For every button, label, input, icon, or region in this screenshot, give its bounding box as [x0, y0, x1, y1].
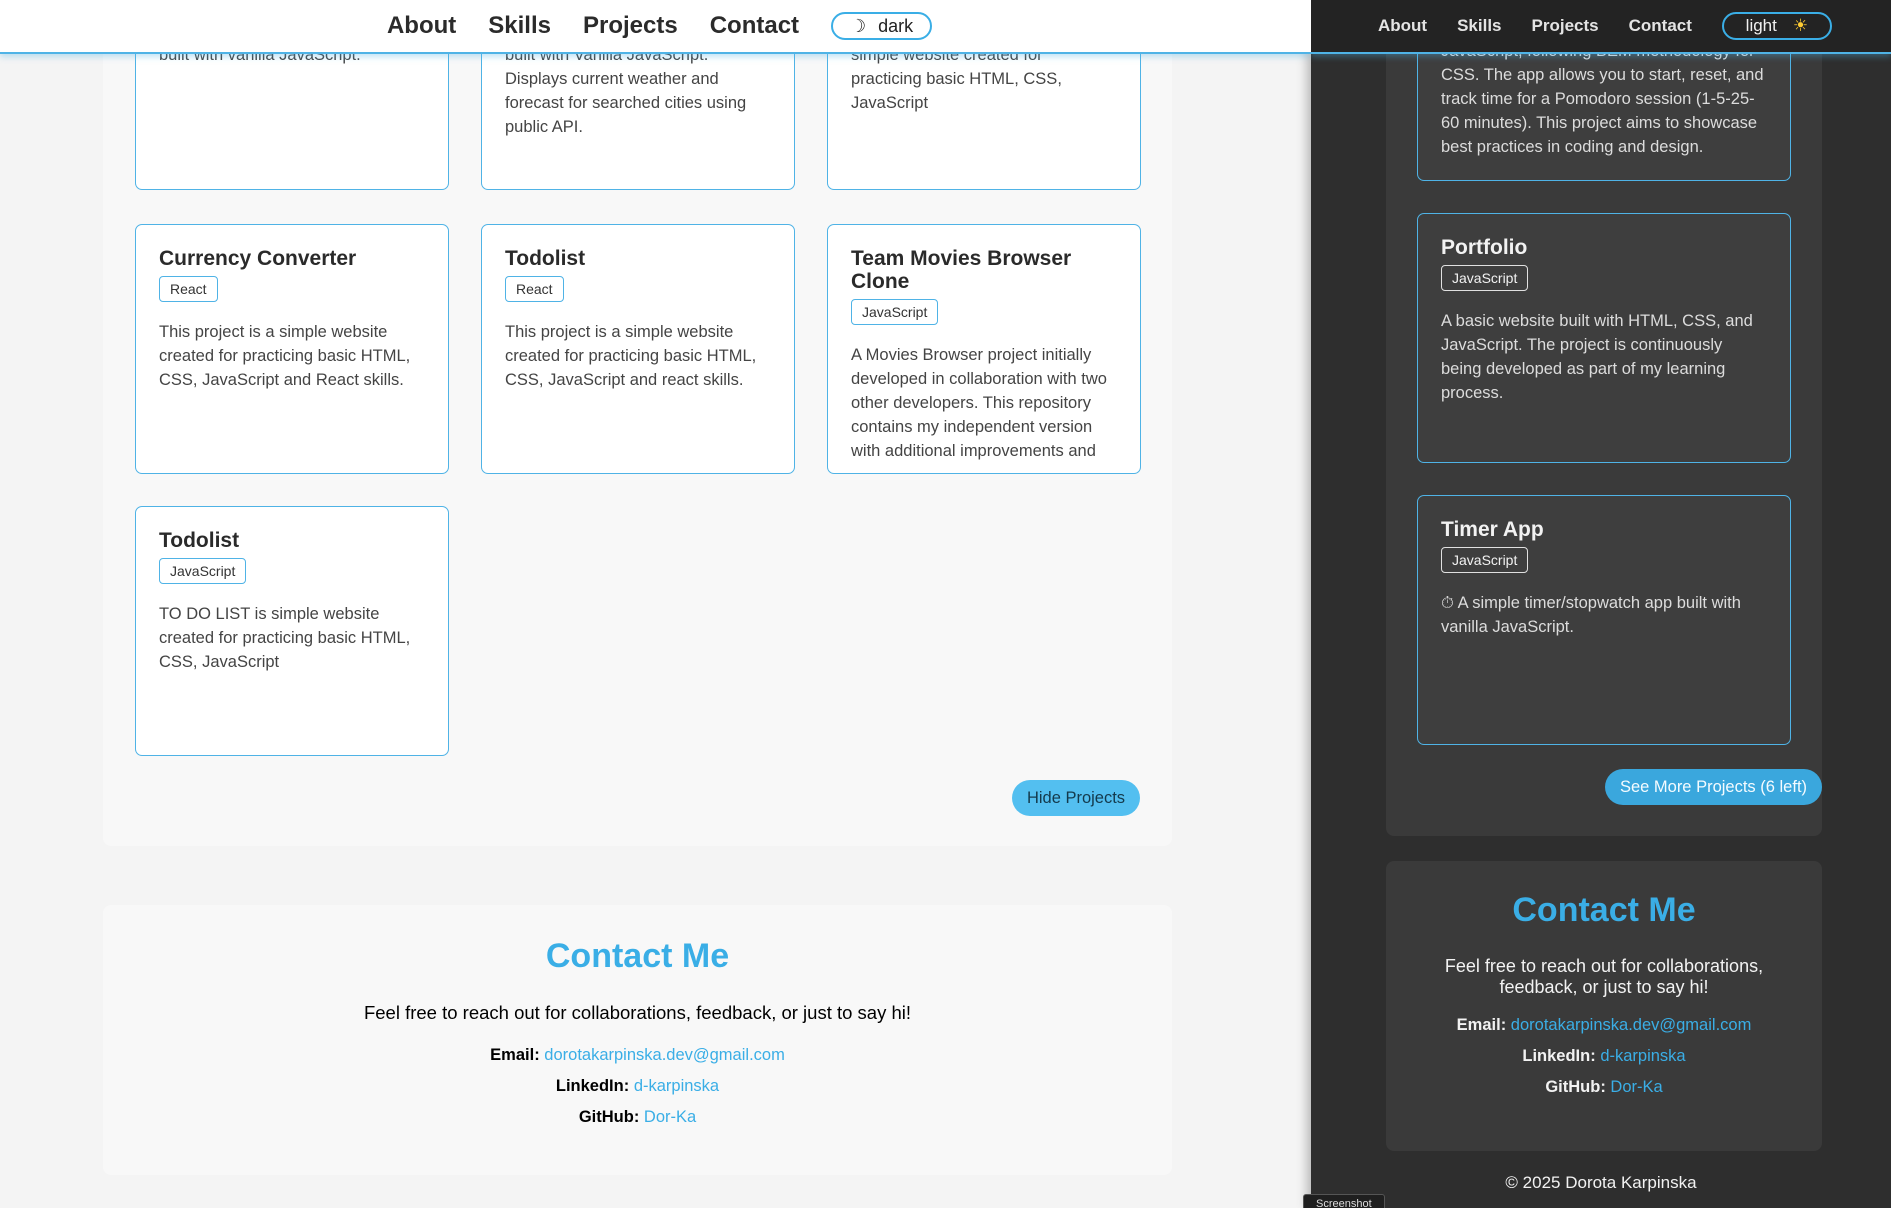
- projects-section: JavaScript, following BEM methodology fo…: [1386, 0, 1822, 836]
- contact-github-row: GitHub: Dor-Ka: [1386, 1078, 1822, 1097]
- project-desc: A simple timer/stopwatch app built with …: [1441, 594, 1741, 636]
- hide-projects-button[interactable]: Hide Projects: [1012, 780, 1140, 816]
- tech-tag: React: [505, 276, 564, 302]
- project-title: Currency Converter: [159, 247, 357, 270]
- nav-contact[interactable]: Contact: [1629, 16, 1692, 36]
- project-title: Todolist: [159, 529, 240, 552]
- project-card: Currency Converter React This project is…: [135, 224, 449, 474]
- theme-toggle-label: light: [1745, 16, 1777, 35]
- project-desc: This project is a simple website created…: [159, 323, 411, 389]
- projects-section: A simple timer/stopwatch app built with …: [103, 0, 1172, 846]
- linkedin-label: LinkedIn:: [555, 1077, 630, 1095]
- nav-skills[interactable]: Skills: [1457, 16, 1501, 36]
- contact-linkedin-row: LinkedIn: d-karpinska: [103, 1077, 1172, 1096]
- project-card: Todolist JavaScript TO DO LIST is simple…: [135, 506, 449, 756]
- sun-icon: ☀: [1792, 16, 1809, 35]
- dark-theme-view: About Skills Projects Contact light ☀ Ja…: [1311, 0, 1891, 1208]
- email-link[interactable]: dorotakarpinska.dev@gmail.com: [544, 1046, 785, 1064]
- nav-about[interactable]: About: [1378, 16, 1427, 36]
- project-desc: A basic website built with HTML, CSS, an…: [1441, 312, 1753, 402]
- contact-github-row: GitHub: Dor-Ka: [103, 1108, 1172, 1127]
- project-card: Portfolio JavaScript A basic website bui…: [1417, 213, 1791, 463]
- tech-tag: JavaScript: [1441, 265, 1529, 291]
- contact-intro: Feel free to reach out for collaboration…: [1444, 956, 1764, 997]
- project-card: Team Movies Browser Clone JavaScript A M…: [827, 224, 1141, 474]
- tech-tag: JavaScript: [159, 558, 247, 584]
- contact-intro: Feel free to reach out for collaboration…: [363, 1002, 912, 1023]
- tech-tag: JavaScript: [1441, 547, 1529, 573]
- project-desc: JavaScript, following BEM methodology fo…: [1441, 42, 1764, 156]
- see-more-projects-button[interactable]: See More Projects (6 left): [1605, 769, 1822, 805]
- top-nav: About Skills Projects Contact ☽ dark: [0, 0, 1311, 54]
- top-nav: About Skills Projects Contact light ☀: [1311, 0, 1891, 54]
- theme-toggle-label: dark: [878, 15, 914, 36]
- github-label: GitHub:: [578, 1108, 640, 1126]
- screenshot-tooltip: Screenshot: [1303, 1194, 1385, 1208]
- project-title: Timer App: [1441, 518, 1544, 541]
- linkedin-link[interactable]: d-karpinska: [1600, 1047, 1685, 1065]
- contact-title: Contact Me: [545, 937, 730, 975]
- project-title: Team Movies Browser Clone: [851, 247, 1072, 293]
- tech-tag: JavaScript: [851, 299, 939, 325]
- project-card: Timer App JavaScript ⏱ A simple timer/st…: [1417, 495, 1791, 745]
- linkedin-link[interactable]: d-karpinska: [634, 1077, 719, 1095]
- light-theme-view: About Skills Projects Contact ☽ dark A s…: [0, 0, 1311, 1208]
- project-title: Portfolio: [1441, 236, 1528, 259]
- tech-tag: React: [159, 276, 218, 302]
- contact-section: Contact Me Feel free to reach out for co…: [103, 905, 1172, 1175]
- github-link[interactable]: Dor-Ka: [644, 1108, 696, 1126]
- stopwatch-icon: ⏱: [1441, 594, 1454, 612]
- contact-section: Contact Me Feel free to reach out for co…: [1386, 861, 1822, 1151]
- contact-linkedin-row: LinkedIn: d-karpinska: [1386, 1047, 1822, 1066]
- moon-icon: ☽: [849, 15, 867, 36]
- email-label: Email:: [1456, 1016, 1507, 1034]
- project-title: Todolist: [505, 247, 586, 270]
- github-link[interactable]: Dor-Ka: [1610, 1078, 1662, 1096]
- contact-email-row: Email: dorotakarpinska.dev@gmail.com: [103, 1046, 1172, 1065]
- nav-contact[interactable]: Contact: [710, 12, 799, 40]
- nav-projects[interactable]: Projects: [1532, 16, 1599, 36]
- project-desc: TO DO LIST is simple website created for…: [159, 605, 411, 671]
- theme-toggle[interactable]: light ☀: [1721, 12, 1832, 40]
- email-link[interactable]: dorotakarpinska.dev@gmail.com: [1511, 1016, 1752, 1034]
- footer-copyright: © 2025 Dorota Karpinska: [1505, 1173, 1697, 1192]
- contact-title: Contact Me: [1512, 891, 1696, 929]
- theme-toggle[interactable]: ☽ dark: [831, 12, 933, 40]
- nav-skills[interactable]: Skills: [488, 12, 551, 40]
- github-label: GitHub:: [1545, 1078, 1606, 1096]
- project-desc: A Movies Browser project initially devel…: [851, 346, 1107, 460]
- contact-email-row: Email: dorotakarpinska.dev@gmail.com: [1386, 1016, 1822, 1035]
- linkedin-label: LinkedIn:: [1522, 1047, 1596, 1065]
- project-desc: This project is a simple website created…: [505, 323, 757, 389]
- nav-about[interactable]: About: [387, 12, 456, 40]
- nav-projects[interactable]: Projects: [583, 12, 678, 40]
- email-label: Email:: [490, 1046, 540, 1064]
- project-card: Todolist React This project is a simple …: [481, 224, 795, 474]
